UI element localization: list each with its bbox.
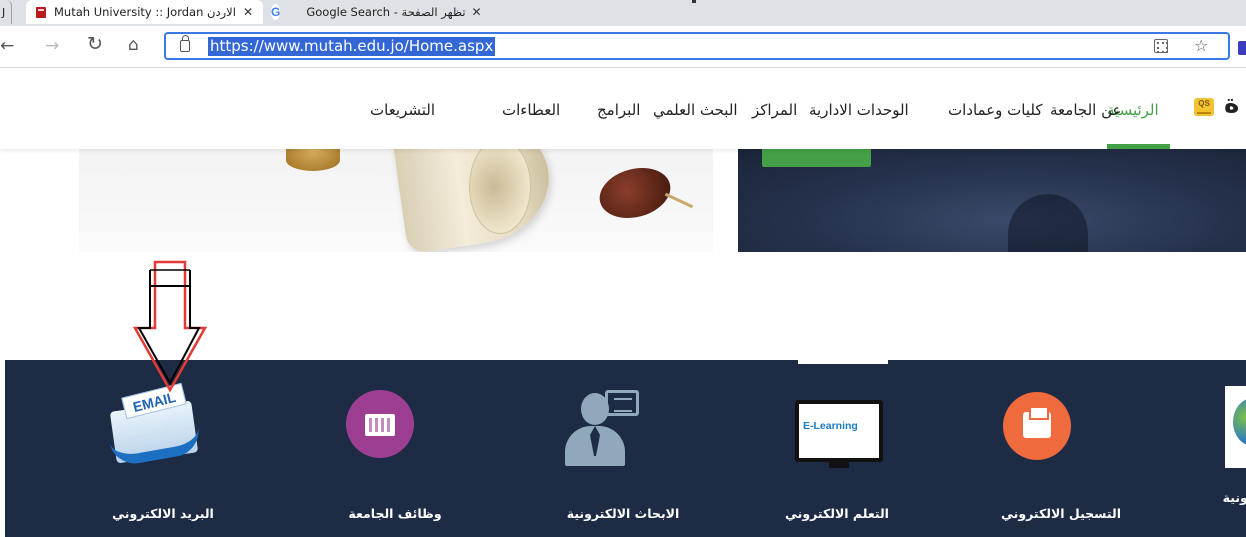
- address-bar[interactable]: https://www.mutah.edu.jo/Home.aspx ☆: [164, 32, 1230, 60]
- service-label-partial[interactable]: رونية: [1195, 490, 1246, 505]
- active-menu-indicator: [1107, 144, 1170, 149]
- reload-icon[interactable]: ↻: [87, 34, 103, 54]
- globe-icon[interactable]: [1225, 386, 1246, 468]
- service-label[interactable]: التسجيل الالكتروني: [981, 506, 1141, 521]
- qs-ranking-logo[interactable]: QS: [1194, 98, 1214, 116]
- new-tab-button[interactable]: +: [510, 3, 511, 21]
- menu-item[interactable]: كليات وعمادات: [948, 101, 1043, 119]
- home-icon[interactable]: ⌂: [128, 35, 139, 55]
- lock-icon[interactable]: [180, 35, 190, 52]
- menu-item[interactable]: البحث العلمي: [653, 101, 738, 119]
- service-label[interactable]: البريد الالكتروني: [83, 506, 243, 521]
- tab-close-icon[interactable]: ✕: [472, 5, 482, 19]
- tassel-image: [286, 149, 340, 171]
- e-learning-monitor-icon: E-Learning: [795, 400, 883, 462]
- hero-green-button[interactable]: [762, 149, 871, 167]
- monitor-stand: [829, 462, 849, 468]
- back-arrow-icon[interactable]: ←: [0, 36, 14, 56]
- service-label[interactable]: التعلم الالكتروني: [757, 506, 917, 521]
- url-text[interactable]: https://www.mutah.edu.jo/Home.aspx: [208, 37, 496, 56]
- tab-title: Mutah University :: Jordan الاردن: [54, 5, 236, 19]
- tab-title: Google Search - تظهر الصفحة: [306, 5, 466, 19]
- printer-icon: [1003, 392, 1071, 460]
- university-name-fragment[interactable]: ة: [1224, 89, 1239, 119]
- site-header: الرئيسية عن الجامعة كليات وعمادات الوحدات ا…: [0, 69, 1246, 149]
- tab-mutah-university[interactable]: Mutah University :: Jordan الاردن ✕: [26, 0, 263, 24]
- hero-banner-campus[interactable]: [738, 149, 1246, 252]
- forward-arrow-icon[interactable]: →: [45, 36, 59, 56]
- menu-item[interactable]: البرامج: [597, 101, 640, 119]
- speech-bubble-icon: [605, 390, 639, 416]
- keyboard-icon: [346, 390, 414, 458]
- tab-google-search[interactable]: G Google Search - تظهر الصفحة ✕ +: [265, 0, 511, 24]
- menu-item[interactable]: التشريعات: [370, 101, 435, 119]
- e-learning-text: E-Learning: [803, 420, 858, 432]
- section-marker: [798, 360, 888, 364]
- main-menu: الرئيسية عن الجامعة كليات وعمادات الوحدات ا…: [0, 69, 1246, 149]
- service-label[interactable]: الابحاث الالكترونية: [543, 506, 703, 521]
- monitor-screen: E-Learning: [799, 404, 879, 458]
- tab-close-icon[interactable]: ✕: [243, 5, 253, 19]
- mutah-favicon-icon: [36, 6, 46, 18]
- ribbon-image: [664, 192, 694, 209]
- tab-partial-label: J: [2, 5, 6, 19]
- menu-item[interactable]: العطاءات: [502, 101, 560, 119]
- menu-item[interactable]: عن الجامعة: [1050, 101, 1121, 119]
- decorative-dot: [692, 0, 696, 3]
- google-favicon-icon: G: [271, 4, 281, 20]
- browser-toolbar: ← → ↻ ⌂ https://www.mutah.edu.jo/Home.as…: [0, 26, 1246, 68]
- e-services-section: EMAIL البريد الالكتروني وظائف الجامعة ال…: [5, 360, 1246, 537]
- printer-glyph: [1023, 406, 1051, 438]
- favorite-star-icon[interactable]: ☆: [1194, 36, 1208, 55]
- qr-code-icon[interactable]: [1154, 39, 1168, 53]
- campus-arch-image: [1008, 194, 1088, 252]
- menu-item[interactable]: الوحدات الادارية: [809, 101, 909, 119]
- browser-tab-strip: J Mutah University :: Jordan الاردن ✕ G …: [0, 0, 1246, 26]
- hero-banner-diploma[interactable]: [79, 149, 713, 252]
- tab-partial[interactable]: J: [0, 0, 12, 24]
- keyboard-glyph: [365, 414, 395, 436]
- menu-item[interactable]: المراكز: [752, 101, 797, 119]
- service-label[interactable]: وظائف الجامعة: [315, 506, 475, 521]
- extension-icon[interactable]: [1238, 41, 1246, 55]
- wax-seal-image: [594, 160, 676, 226]
